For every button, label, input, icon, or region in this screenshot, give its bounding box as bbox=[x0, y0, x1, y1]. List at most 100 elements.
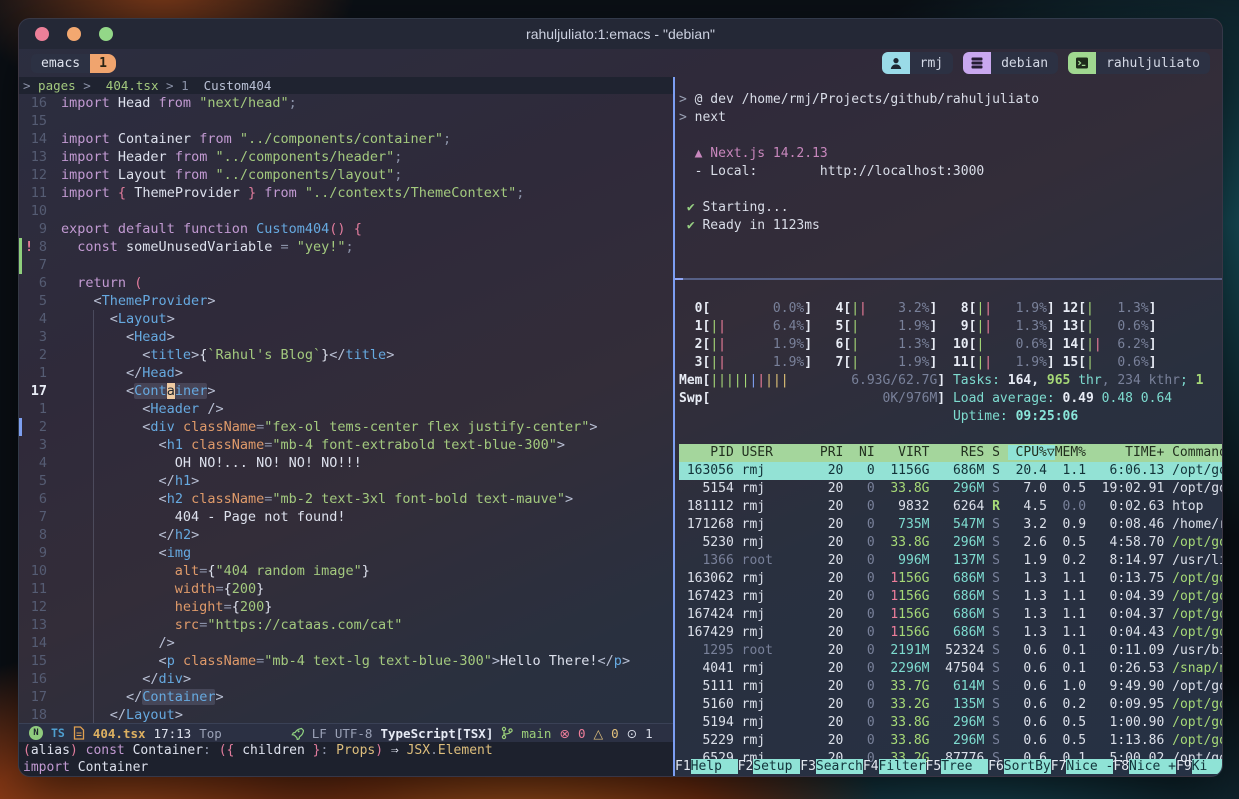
fkey-f7[interactable]: F7 bbox=[1051, 759, 1067, 774]
major-mode[interactable]: TypeScript[TSX] bbox=[380, 726, 493, 741]
code-editor[interactable]: 16import Head from "next/head";1514impor… bbox=[19, 94, 673, 723]
fkey-action-f6[interactable]: SortBy bbox=[1004, 759, 1051, 774]
tmux-session-name: emacs bbox=[31, 54, 90, 73]
code-line[interactable]: 5 <ThemeProvider> bbox=[19, 292, 673, 310]
code-line[interactable]: 16 </div> bbox=[19, 670, 673, 688]
info-count[interactable]: 1 bbox=[645, 726, 653, 741]
process-row[interactable]: 5111 rmj 20 0 33.7G 614M S 0.6 1.0 9:49.… bbox=[679, 678, 1222, 696]
fkey-f8[interactable]: F8 bbox=[1113, 759, 1129, 774]
fkey-f5[interactable]: F5 bbox=[926, 759, 942, 774]
code-line[interactable]: 5 </h1> bbox=[19, 472, 673, 490]
code-text: <Container> bbox=[61, 382, 215, 400]
process-row[interactable]: 167424 rmj 20 0 1156G 686M S 1.3 1.1 0:0… bbox=[679, 606, 1222, 624]
line-number: 3 bbox=[19, 328, 47, 346]
code-line[interactable]: 14import Container from "../components/c… bbox=[19, 130, 673, 148]
code-line[interactable]: 15 <p className="mb-4 text-lg text-blue-… bbox=[19, 652, 673, 670]
code-line[interactable]: 10 bbox=[19, 202, 673, 220]
code-line[interactable]: 11import { ThemeProvider } from "../cont… bbox=[19, 184, 673, 202]
code-line[interactable]: 11 width={200} bbox=[19, 580, 673, 598]
code-text: </h2> bbox=[61, 526, 199, 544]
code-line[interactable]: !8 const someUnusedVariable = "yey!"; bbox=[19, 238, 673, 256]
process-row[interactable]: 5154 rmj 20 0 33.8G 296M S 7.0 0.5 19:02… bbox=[679, 480, 1222, 498]
code-line[interactable]: 7 bbox=[19, 256, 673, 274]
code-line[interactable]: 7 404 - Page not found! bbox=[19, 508, 673, 526]
fkey-action-f3[interactable]: Search bbox=[816, 759, 863, 774]
process-row[interactable]: 4041 rmj 20 0 2296M 47504 S 0.6 0.1 0:26… bbox=[679, 660, 1222, 678]
code-line[interactable]: 4 OH NO!... NO! NO! NO!!! bbox=[19, 454, 673, 472]
fkey-action-f8[interactable]: Nice + bbox=[1129, 759, 1176, 774]
code-line[interactable]: 16import Head from "next/head"; bbox=[19, 94, 673, 112]
server-icon bbox=[963, 52, 991, 74]
nextjs-terminal-pane[interactable]: > @ dev /home/rmj/Projects/github/rahulj… bbox=[675, 77, 1222, 278]
process-row[interactable]: 163056 rmj 20 0 1156G 686M S 20.4 1.1 6:… bbox=[679, 462, 1222, 480]
code-line[interactable]: 6 <h2 className="mb-2 text-3xl font-bold… bbox=[19, 490, 673, 508]
code-line[interactable]: 17 </Container> bbox=[19, 688, 673, 706]
process-row[interactable]: 1295 root 20 0 2191M 52324 S 0.6 0.1 0:1… bbox=[679, 642, 1222, 660]
status-badge: debian bbox=[963, 52, 1058, 74]
code-line[interactable]: 17 <Container> bbox=[19, 382, 673, 400]
fkey-action-f7[interactable]: Nice - bbox=[1066, 759, 1113, 774]
process-row[interactable]: 167423 rmj 20 0 1156G 686M S 1.3 1.1 0:0… bbox=[679, 588, 1222, 606]
process-row[interactable]: 5230 rmj 20 0 33.8G 296M S 2.6 0.5 4:58.… bbox=[679, 534, 1222, 552]
code-line[interactable]: 1 <Header /> bbox=[19, 400, 673, 418]
process-row[interactable]: 1366 root 20 0 996M 137M S 1.9 0.2 8:14.… bbox=[679, 552, 1222, 570]
flycheck-warning-icon: ! bbox=[25, 238, 33, 256]
fkey-action-f9[interactable]: Ki bbox=[1192, 759, 1222, 774]
fkey-f3[interactable]: F3 bbox=[800, 759, 816, 774]
fkey-f9[interactable]: F9 bbox=[1176, 759, 1192, 774]
fkey-action-f5[interactable]: Tree bbox=[941, 759, 988, 774]
diagnostic-indicator bbox=[19, 418, 22, 436]
code-line[interactable]: 9export default function Custom404() { bbox=[19, 220, 673, 238]
code-text: <Layout> bbox=[61, 310, 175, 328]
warning-count[interactable]: 0 bbox=[611, 726, 619, 741]
code-text: alt={"404 random image"} bbox=[61, 562, 370, 580]
code-line[interactable]: 10 alt={"404 random image"} bbox=[19, 562, 673, 580]
git-branch-name[interactable]: main bbox=[521, 726, 551, 741]
process-row[interactable]: 5194 rmj 20 0 33.8G 296M S 0.6 0.5 1:00.… bbox=[679, 714, 1222, 732]
tmux-window-tab[interactable]: emacs 1 bbox=[31, 54, 116, 73]
emacs-pane[interactable]: > pages > 404.tsx > 1 Custom404 16import… bbox=[19, 77, 673, 776]
process-row[interactable]: 5160 rmj 20 0 33.2G 135M S 0.6 0.2 0:09.… bbox=[679, 696, 1222, 714]
code-line[interactable]: 6 return ( bbox=[19, 274, 673, 292]
code-line[interactable]: 12 height={200} bbox=[19, 598, 673, 616]
code-line[interactable]: 13import Header from "../components/head… bbox=[19, 148, 673, 166]
code-line[interactable]: 12import Layout from "../components/layo… bbox=[19, 166, 673, 184]
code-line[interactable]: 2 <div className="fex-ol tems-center fle… bbox=[19, 418, 673, 436]
code-line[interactable]: 3 <Head> bbox=[19, 328, 673, 346]
process-row[interactable]: 5229 rmj 20 0 33.8G 296M S 0.6 0.5 1:13.… bbox=[679, 732, 1222, 750]
warning-count-icon: △ bbox=[593, 726, 603, 741]
error-count[interactable]: 0 bbox=[578, 726, 586, 741]
code-text: <h1 className="mb-4 font-extrabold text-… bbox=[61, 436, 565, 454]
process-table-header[interactable]: PID USER PRI NI VIRT RES S CPU%▽MEM% TIM… bbox=[679, 444, 1222, 462]
fkey-f2[interactable]: F2 bbox=[738, 759, 754, 774]
code-line[interactable]: 2 <title>{`Rahul's Blog`}</title> bbox=[19, 346, 673, 364]
fkey-action-f2[interactable]: Setup bbox=[753, 759, 800, 774]
fkey-f4[interactable]: F4 bbox=[863, 759, 879, 774]
code-line[interactable]: 4 <Layout> bbox=[19, 310, 673, 328]
code-line[interactable]: 13 src="https://cataas.com/cat" bbox=[19, 616, 673, 634]
fkey-f6[interactable]: F6 bbox=[988, 759, 1004, 774]
fringe bbox=[47, 652, 61, 670]
code-line[interactable]: 14 /> bbox=[19, 634, 673, 652]
line-number: 2 bbox=[19, 346, 47, 364]
code-line[interactable]: 18 </Layout> bbox=[19, 706, 673, 723]
fkey-action-f1[interactable]: Help bbox=[691, 759, 738, 774]
fkey-action-f4[interactable]: Filter bbox=[879, 759, 926, 774]
window-titlebar[interactable]: rahuljuliato:1:emacs - "debian" bbox=[19, 19, 1222, 49]
code-line[interactable]: 15 bbox=[19, 112, 673, 130]
process-row[interactable]: 167429 rmj 20 0 1156G 686M S 1.3 1.1 0:0… bbox=[679, 624, 1222, 642]
info-count-icon: ⊙ bbox=[627, 726, 637, 741]
process-row[interactable]: 181112 rmj 20 0 9832 6264 R 4.5 0.0 0:02… bbox=[679, 498, 1222, 516]
process-row[interactable]: 171268 rmj 20 0 735M 547M S 3.2 0.9 0:08… bbox=[679, 516, 1222, 534]
line-number: 4 bbox=[19, 310, 47, 328]
fkey-f1[interactable]: F1 bbox=[675, 759, 691, 774]
code-line[interactable]: 8 </h2> bbox=[19, 526, 673, 544]
process-row[interactable]: 163062 rmj 20 0 1156G 686M S 1.3 1.1 0:1… bbox=[679, 570, 1222, 588]
code-line[interactable]: 1 </Head> bbox=[19, 364, 673, 382]
tmux-panes: > pages > 404.tsx > 1 Custom404 16import… bbox=[19, 77, 1222, 776]
htop-pane[interactable]: 0[ 0.0%] 4[|| 3.2%] 8[|| 1.9%] 12[| 1.3%… bbox=[675, 280, 1222, 776]
code-line[interactable]: 9 <img bbox=[19, 544, 673, 562]
code-line[interactable]: 3 <h1 className="mb-4 font-extrabold tex… bbox=[19, 436, 673, 454]
rocket-icon bbox=[290, 726, 304, 740]
code-text: <Header /> bbox=[61, 400, 224, 418]
